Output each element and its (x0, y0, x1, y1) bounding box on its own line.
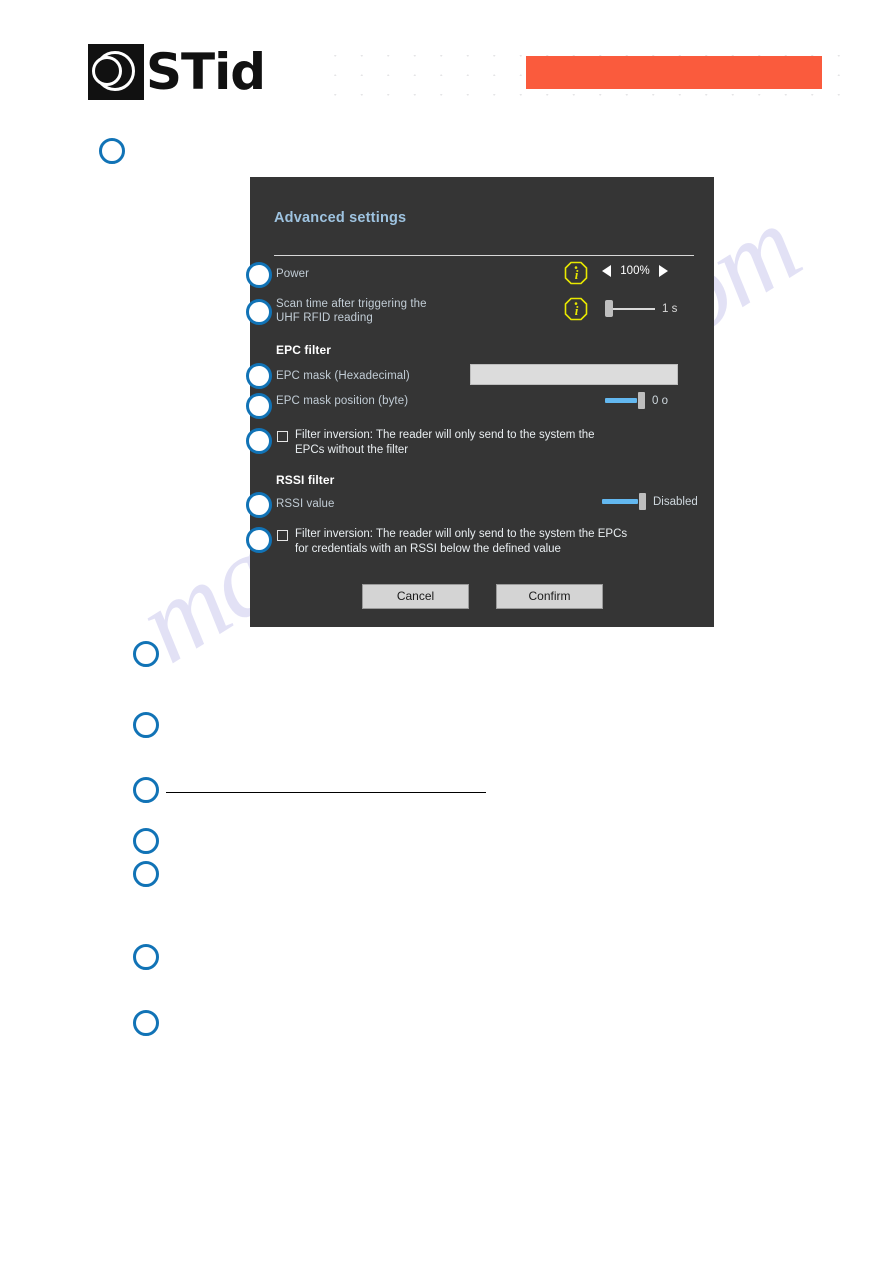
dialog-callout-epc-mask (246, 363, 272, 389)
rssi-value-value: Disabled (653, 495, 698, 508)
epc-mask-position-slider-fill[interactable] (605, 398, 637, 403)
dialog-callout-rssi-filter-inversion (246, 527, 272, 553)
scan-time-slider[interactable]: 1 s (605, 300, 677, 317)
power-decrease-icon[interactable] (602, 265, 611, 277)
rssi-filter-inversion-checkbox[interactable] (277, 530, 288, 541)
page-canvas: STid manualshive.com Advanced settings P… (0, 0, 893, 1263)
rssi-value-slider-fill[interactable] (602, 499, 638, 504)
cancel-button[interactable]: Cancel (362, 584, 469, 609)
dialog-callout-rssi-value (246, 492, 272, 518)
epc-mask-position-value: 0 o (652, 394, 668, 407)
dialog-callout-epc-filter-inversion (246, 428, 272, 454)
callout-marker-1 (99, 138, 125, 164)
epc-mask-label: EPC mask (Hexadecimal) (276, 370, 410, 382)
scan-time-label-line2: UHF RFID reading (276, 312, 373, 324)
dialog-callout-power (246, 262, 272, 288)
dialog-title: Advanced settings (274, 210, 407, 226)
rssi-value-slider[interactable]: Disabled (602, 493, 698, 510)
callout-marker-3 (133, 712, 159, 738)
power-increase-icon[interactable] (659, 265, 668, 277)
stid-swirl-logo-icon (88, 44, 144, 100)
scan-time-slider-handle[interactable] (605, 300, 613, 317)
epc-filter-inversion-label: Filter inversion: The reader will only s… (295, 428, 635, 458)
scan-time-value: 1 s (662, 302, 678, 315)
brand-logo-text: STid (146, 43, 266, 101)
power-value: 100% (620, 265, 650, 277)
rssi-filter-inversion-text-line2: for credentials with an RSSI below the d… (295, 543, 561, 555)
rssi-value-label: RSSI value (276, 498, 335, 510)
epc-filter-inversion-checkbox[interactable] (277, 431, 288, 442)
epc-filter-inversion-text-line2: EPCs without the filter (295, 444, 409, 456)
power-stepper[interactable]: 100% (602, 265, 668, 277)
power-label: Power (276, 268, 310, 280)
dialog-callout-scan-time (246, 299, 272, 325)
callout-marker-5 (133, 828, 159, 854)
dialog-callout-epc-mask-position (246, 393, 272, 419)
callout-marker-7 (133, 944, 159, 970)
epc-mask-position-slider[interactable]: 0 o (605, 392, 668, 409)
scan-time-slider-track[interactable] (613, 307, 655, 310)
callout-marker-2 (133, 641, 159, 667)
epc-filter-section-header: EPC filter (276, 343, 332, 357)
epc-mask-input[interactable] (470, 364, 678, 385)
rssi-filter-inversion-label: Filter inversion: The reader will only s… (295, 527, 675, 557)
rssi-filter-inversion-text-line1: Filter inversion: The reader will only s… (295, 528, 628, 540)
body-horizontal-rule (166, 792, 486, 793)
dialog-title-divider (274, 255, 694, 256)
epc-mask-position-slider-handle[interactable] (638, 392, 645, 409)
scan-time-label-line1: Scan time after triggering the (276, 298, 427, 310)
scan-time-label: Scan time after triggering the UHF RFID … (276, 297, 476, 325)
header-redaction-block (526, 56, 822, 89)
rssi-filter-section-header: RSSI filter (276, 473, 335, 487)
svg-text:i: i (575, 303, 579, 318)
advanced-settings-dialog: Advanced settings Power i 100% Scan time… (246, 177, 714, 627)
epc-filter-inversion-text-line1: Filter inversion: The reader will only s… (295, 429, 595, 441)
scan-time-info-icon[interactable]: i (564, 297, 588, 321)
callout-marker-6 (133, 861, 159, 887)
brand-logo: STid (88, 44, 268, 100)
svg-text:i: i (575, 267, 579, 282)
rssi-value-slider-handle[interactable] (639, 493, 646, 510)
epc-mask-position-label: EPC mask position (byte) (276, 395, 409, 407)
power-info-icon[interactable]: i (564, 261, 588, 285)
callout-marker-4 (133, 777, 159, 803)
confirm-button[interactable]: Confirm (496, 584, 603, 609)
callout-marker-8 (133, 1010, 159, 1036)
